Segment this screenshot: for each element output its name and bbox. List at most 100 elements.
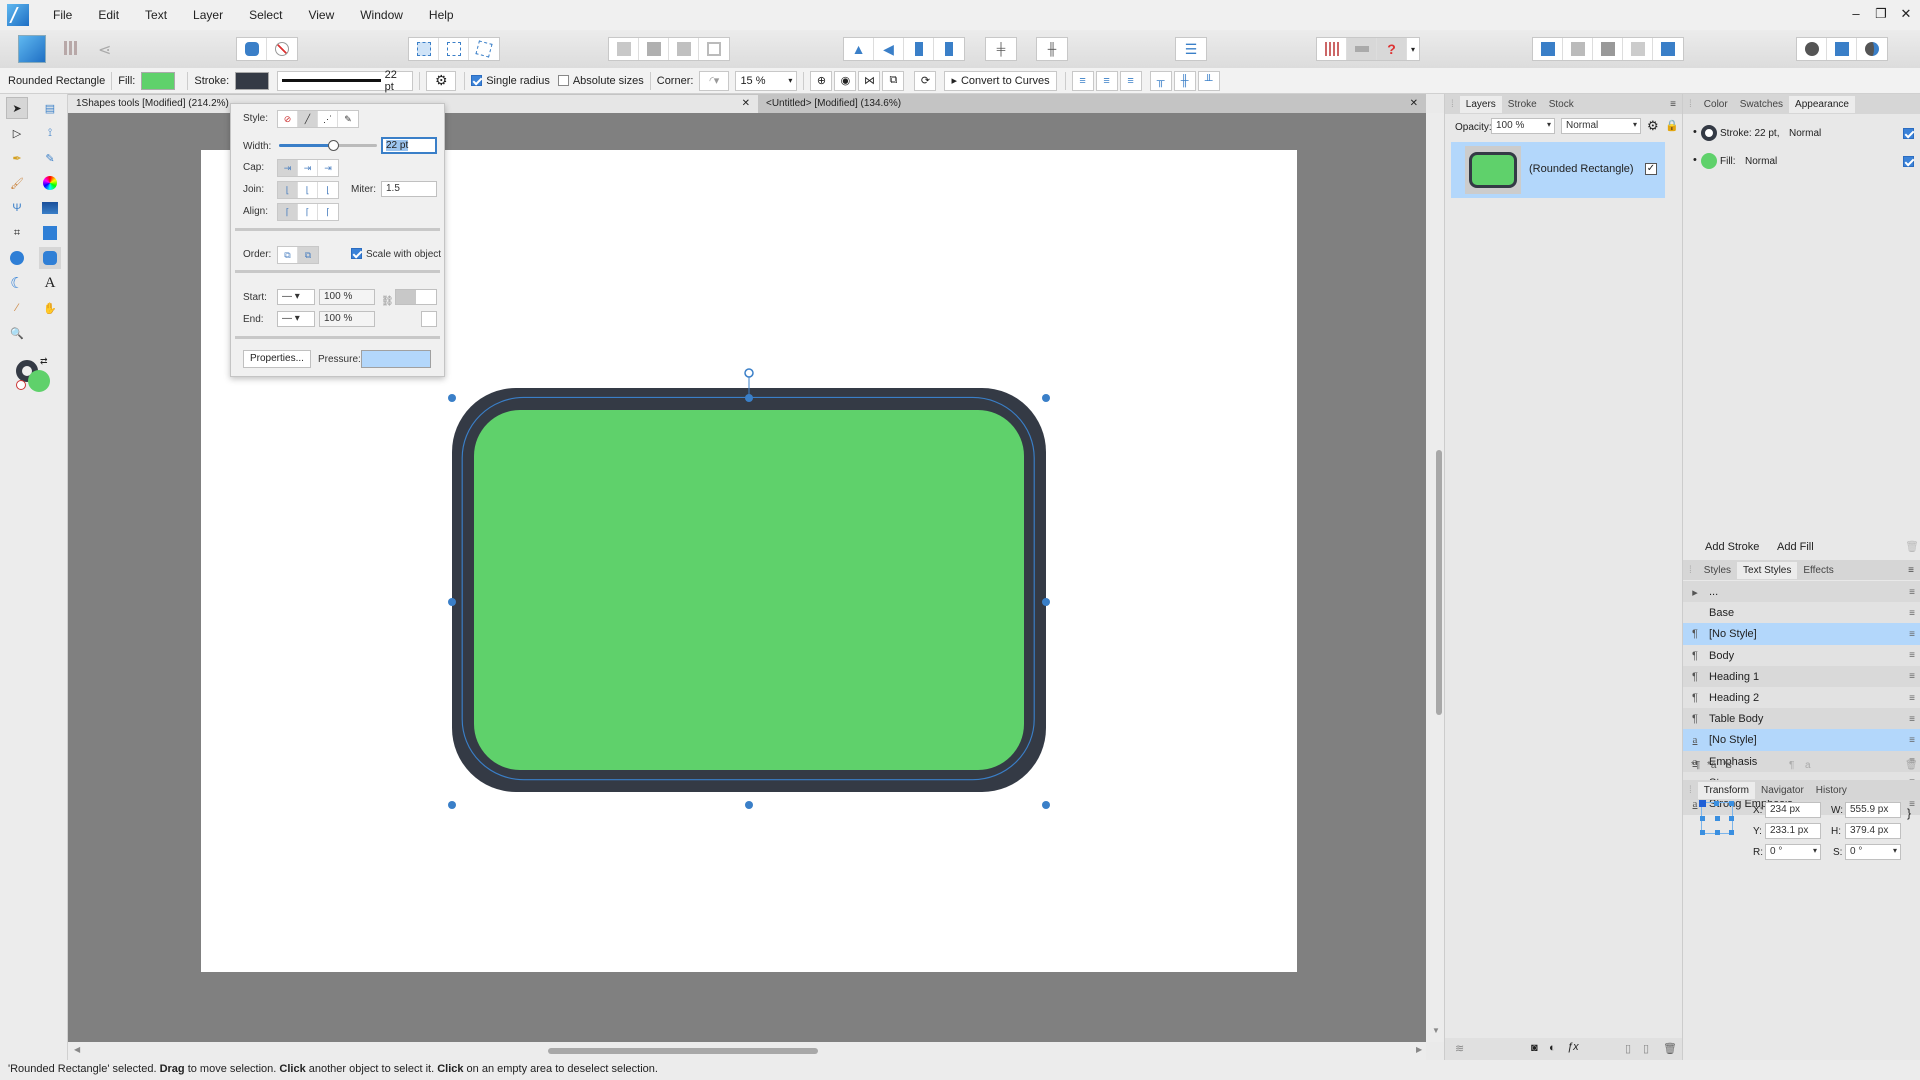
align-right-button[interactable]: ≡ bbox=[1119, 70, 1142, 91]
tab-effects[interactable]: Effects bbox=[1797, 562, 1839, 579]
adjustment-icon[interactable]: ◐ bbox=[1549, 1042, 1556, 1054]
snapping-button[interactable]: ? bbox=[1377, 38, 1407, 60]
arrowhead-position-toggle[interactable] bbox=[395, 289, 437, 305]
delete-layer-icon[interactable]: 🗑 bbox=[1663, 1042, 1677, 1055]
menu-select[interactable]: Select bbox=[239, 8, 298, 22]
handle-bottom-left[interactable] bbox=[448, 801, 456, 809]
layers-stack-icon[interactable]: ≋ bbox=[1455, 1042, 1464, 1055]
handle-bottom-right[interactable] bbox=[1042, 801, 1050, 809]
scroll-right-icon[interactable]: ▶ bbox=[1416, 1045, 1422, 1054]
snapping-dropdown[interactable]: ▾ bbox=[1407, 38, 1419, 60]
style-menu-icon[interactable]: ≡ bbox=[1909, 587, 1915, 598]
width-slider-knob[interactable] bbox=[327, 140, 339, 151]
corner-tool-button-4[interactable]: ⧉ bbox=[882, 70, 905, 91]
insert-top-button[interactable] bbox=[1827, 38, 1857, 60]
miter-input[interactable]: 1.5 bbox=[381, 181, 437, 197]
zoom-tool[interactable]: 🔍 bbox=[6, 322, 28, 344]
fill-enabled-checkbox[interactable] bbox=[1903, 156, 1914, 167]
stroke-enabled-checkbox[interactable] bbox=[1903, 128, 1914, 139]
style-menu-icon[interactable]: ≡ bbox=[1909, 693, 1915, 704]
layer-row[interactable]: (Rounded Rectangle) ✓ bbox=[1451, 142, 1665, 198]
menu-window[interactable]: Window bbox=[350, 8, 419, 22]
hand-tool[interactable]: ✋ bbox=[39, 297, 61, 319]
swap-arrowheads-button[interactable] bbox=[421, 311, 437, 327]
tab-navigator[interactable]: Navigator bbox=[1755, 782, 1810, 799]
rounded-rectangle-tool[interactable] bbox=[39, 247, 61, 269]
fill-tool[interactable]: Ψ bbox=[6, 197, 28, 219]
insert-inside-button[interactable] bbox=[1857, 38, 1887, 60]
align-middle-button[interactable]: ╫ bbox=[1173, 70, 1196, 91]
end-arrowhead-dropdown[interactable]: — ▾ bbox=[277, 311, 315, 327]
transform-origin-button[interactable] bbox=[439, 38, 469, 60]
stroke-settings-button[interactable]: ⚙ bbox=[426, 70, 457, 91]
tab-transform[interactable]: Transform bbox=[1697, 781, 1755, 799]
link-icon[interactable]: ⛓ bbox=[381, 296, 394, 307]
show-selection-box-button[interactable] bbox=[409, 38, 439, 60]
add-stroke-button[interactable]: Add Stroke bbox=[1705, 541, 1759, 553]
close-tab-icon[interactable]: ✕ bbox=[742, 98, 750, 109]
fill-color-well[interactable] bbox=[28, 370, 50, 392]
mask-icon[interactable]: ◙ bbox=[1531, 1042, 1538, 1054]
lock-aspect-icon[interactable]: } bbox=[1907, 806, 1911, 820]
corner-tool-button-3[interactable]: ⋈ bbox=[858, 70, 881, 91]
alignment-button[interactable]: ☰ bbox=[1176, 38, 1206, 60]
end-scale-dropdown[interactable]: 100 % bbox=[319, 311, 375, 327]
absolute-sizes-checkbox[interactable] bbox=[557, 75, 569, 86]
start-scale-dropdown[interactable]: 100 % bbox=[319, 289, 375, 305]
tab-appearance[interactable]: Appearance bbox=[1789, 95, 1855, 113]
add-layer-icon[interactable]: ▯ bbox=[1625, 1042, 1631, 1055]
revert-button[interactable] bbox=[267, 38, 297, 60]
corner-radius-field[interactable]: 15 % ▾ bbox=[735, 70, 798, 91]
ellipse-tool[interactable] bbox=[6, 247, 28, 269]
rotation-handle[interactable] bbox=[744, 368, 754, 378]
crescent-tool[interactable]: ☾ bbox=[6, 272, 28, 294]
fx-icon[interactable]: ƒx bbox=[1567, 1041, 1579, 1053]
snap-toggle-button[interactable] bbox=[1347, 38, 1377, 60]
rectangle-tool[interactable] bbox=[39, 222, 61, 244]
style-menu-icon[interactable]: ≡ bbox=[1909, 714, 1915, 725]
pen-tool[interactable]: ✒ bbox=[6, 147, 28, 169]
handle-top-right[interactable] bbox=[1042, 394, 1050, 402]
close-window-button[interactable]: ✕ bbox=[1896, 6, 1916, 22]
texture-stroke-button[interactable]: ✎ bbox=[338, 111, 358, 127]
panel-grip[interactable]: ⁞ bbox=[1445, 96, 1460, 113]
handle-top-left[interactable] bbox=[448, 394, 456, 402]
designer-persona-button[interactable] bbox=[18, 35, 46, 63]
restore-button[interactable]: ❐ bbox=[1871, 6, 1891, 22]
butt-cap-button[interactable]: ⇥ bbox=[278, 160, 298, 176]
divide-boolean-button[interactable] bbox=[1653, 38, 1683, 60]
tab-text-styles[interactable]: Text Styles bbox=[1737, 561, 1798, 579]
corner-tool-button-1[interactable]: ⊕ bbox=[810, 70, 833, 91]
fill-swatch[interactable] bbox=[141, 71, 176, 90]
y-input[interactable]: 233.1 px bbox=[1765, 823, 1821, 839]
stroke-swatch[interactable] bbox=[235, 71, 270, 90]
tab-color[interactable]: Color bbox=[1698, 96, 1734, 113]
panel-menu-icon[interactable]: ≡ bbox=[1908, 565, 1914, 576]
tab-history[interactable]: History bbox=[1810, 782, 1853, 799]
rotation-dropdown[interactable]: 0 ° ▾ bbox=[1765, 844, 1821, 860]
stroke-front-button[interactable]: ⧉ bbox=[298, 247, 318, 263]
tab-swatches[interactable]: Swatches bbox=[1734, 96, 1789, 113]
anchor-point-selector[interactable] bbox=[1699, 800, 1734, 835]
vertical-scroll-thumb[interactable] bbox=[1436, 450, 1442, 715]
convert-to-curves-button[interactable]: ▸ Convert to Curves bbox=[944, 70, 1057, 91]
handle-top-center[interactable] bbox=[745, 394, 753, 402]
vector-brush-tool[interactable]: 🖌 bbox=[6, 172, 28, 194]
appearance-fill-row[interactable]: • Fill: Normal bbox=[1683, 148, 1920, 176]
new-paragraph-style-icon[interactable]: *¶ bbox=[1691, 760, 1700, 771]
horizontal-scroll-thumb[interactable] bbox=[548, 1048, 818, 1054]
appearance-stroke-row[interactable]: • Stroke: 22 pt, Normal bbox=[1683, 120, 1920, 148]
square-cap-button[interactable]: ⇥ bbox=[318, 160, 338, 176]
align-vcenter-button[interactable]: ╪ bbox=[986, 38, 1016, 60]
style-menu-icon[interactable]: ≡ bbox=[1909, 650, 1915, 661]
solid-stroke-button[interactable]: ╱ bbox=[298, 111, 318, 127]
h-input[interactable]: 379.4 px bbox=[1845, 823, 1901, 839]
doc-tab-untitled[interactable]: <Untitled> [Modified] (134.6%) ✕ bbox=[758, 95, 1426, 113]
scroll-left-icon[interactable]: ◀ bbox=[74, 1045, 80, 1054]
tab-styles[interactable]: Styles bbox=[1698, 562, 1737, 579]
swap-colors-icon[interactable]: ⇄ bbox=[40, 356, 48, 367]
intersect-boolean-button[interactable] bbox=[1593, 38, 1623, 60]
round-cap-button[interactable]: ⇥ bbox=[298, 160, 318, 176]
x-input[interactable]: 234 px bbox=[1765, 802, 1821, 818]
handle-middle-left[interactable] bbox=[448, 598, 456, 606]
